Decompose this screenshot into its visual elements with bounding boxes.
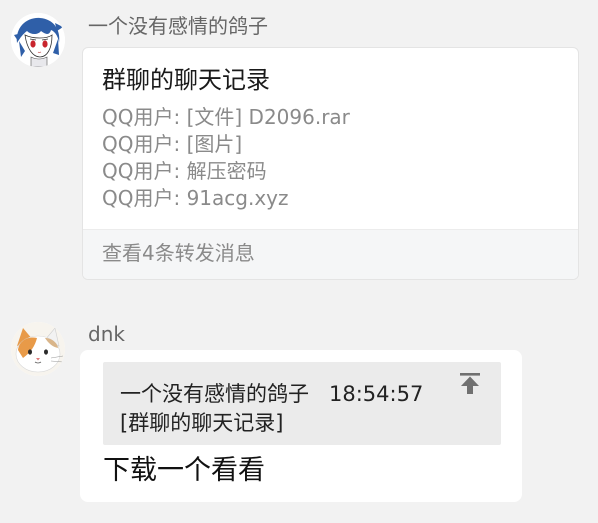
sender-name[interactable]: 一个没有感情的鸽子 — [88, 13, 268, 39]
chat-message-area: 一个没有感情的鸽子 群聊的聊天记录 QQ用户: [文件] D2096.rar Q… — [0, 0, 598, 523]
quoted-message[interactable]: 一个没有感情的鸽子 18:54:57 [群聊的聊天记录] — [103, 362, 501, 445]
forwarded-chat-record-card[interactable]: 群聊的聊天记录 QQ用户: [文件] D2096.rar QQ用户: [图片] … — [82, 47, 579, 280]
quoted-author: 一个没有感情的鸽子 — [120, 382, 309, 406]
forwarded-record-line: QQ用户: [图片] — [102, 132, 243, 156]
jump-to-top-icon[interactable] — [457, 370, 483, 396]
view-forwarded-messages-label: 查看4条转发消息 — [102, 241, 255, 265]
anime-character-avatar-icon[interactable] — [11, 13, 65, 67]
quoted-time: 18:54:57 — [329, 382, 424, 406]
forwarded-record-preview: QQ用户: [文件] D2096.rar QQ用户: [图片] QQ用户: 解压… — [102, 104, 350, 212]
forwarded-record-title: 群聊的聊天记录 — [102, 66, 270, 94]
sender-name[interactable]: dnk — [88, 321, 125, 347]
forwarded-record-line: QQ用户: 91acg.xyz — [102, 186, 289, 210]
view-forwarded-messages-link[interactable]: 查看4条转发消息 — [83, 229, 578, 279]
forwarded-record-line: QQ用户: 解压密码 — [102, 159, 267, 183]
reply-message-bubble[interactable]: 一个没有感情的鸽子 18:54:57 [群聊的聊天记录] 下载一个看看 — [80, 350, 522, 502]
forwarded-record-line: QQ用户: [文件] D2096.rar — [102, 105, 350, 129]
quoted-message-header: 一个没有感情的鸽子 18:54:57 — [120, 380, 423, 408]
cat-avatar-icon[interactable] — [11, 322, 65, 376]
message-text: 下载一个看看 — [103, 455, 265, 486]
quoted-content: [群聊的聊天记录] — [120, 411, 284, 435]
